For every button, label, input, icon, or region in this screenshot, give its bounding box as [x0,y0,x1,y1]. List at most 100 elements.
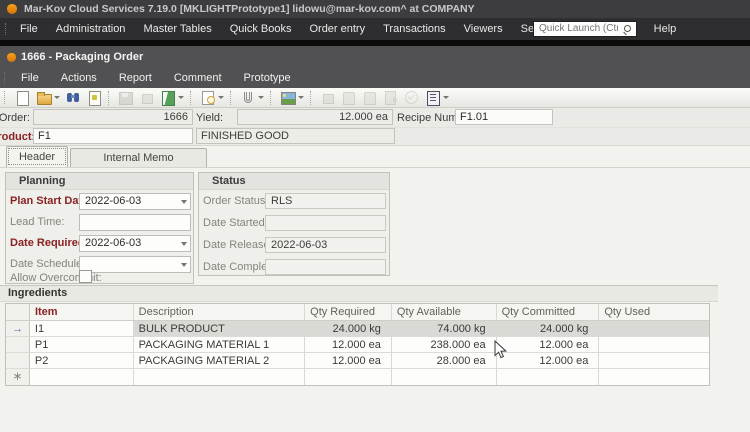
row-selector-header [6,304,30,320]
order-window-titlebar: 1666 - Packaging Order [0,46,750,68]
dropdown-caret-icon[interactable] [443,96,449,99]
menu-item-administration[interactable]: Administration [47,23,135,35]
cell-qty-available[interactable]: 28.000 ea [392,353,497,368]
cell-qty-available[interactable]: 238.000 ea [392,337,497,352]
row-selector: → [6,321,30,336]
order-menu-item-comment[interactable]: Comment [163,72,233,84]
cell-item[interactable]: I1 [30,321,134,336]
mouse-cursor [494,340,507,359]
dropdown-caret-icon[interactable] [54,96,60,99]
cell-qty-committed[interactable]: 12.000 ea [497,337,600,352]
validate-document-button[interactable] [84,89,105,107]
print-preview-icon[interactable] [200,90,215,105]
tab-header[interactable]: Header [6,146,68,167]
product-code-field[interactable]: F1 [33,128,193,144]
insert-image-button[interactable] [277,89,307,107]
recipe-number-field[interactable]: F1.01 [455,109,553,125]
menu-item-master-tables[interactable]: Master Tables [134,23,220,35]
menubar-grip [4,72,7,84]
lead-time-field[interactable] [79,214,191,231]
cell-item[interactable]: P2 [30,353,134,368]
menu-item-file[interactable]: File [11,23,47,35]
dropdown-caret-icon[interactable] [218,96,224,99]
column-header-qty-required[interactable]: Qty Required [305,304,392,320]
ingredients-title: Ingredients [8,287,67,299]
tab-internal-memo[interactable]: Internal Memo [70,148,207,167]
cell-qty-required[interactable]: 24.000 kg [305,321,392,336]
column-header-description[interactable]: Description [134,304,306,320]
open-button[interactable] [33,89,63,107]
order-menubar: FileActionsReportCommentPrototype [0,68,750,88]
cell-description[interactable]: PACKAGING MATERIAL 1 [134,337,306,352]
table-row[interactable]: P1 PACKAGING MATERIAL 1 12.000 ea 238.00… [6,337,709,353]
attachments-button[interactable] [237,89,267,107]
cell-item[interactable]: P1 [30,337,134,352]
order-menu-item-actions[interactable]: Actions [50,72,108,84]
menu-item-viewers[interactable]: Viewers [455,23,512,35]
export-excel-button[interactable] [157,89,187,107]
column-header-qty-available[interactable]: Qty Available [392,304,497,320]
date-required-combo[interactable]: 2022-06-03 [79,235,191,252]
order-tabstrip: Header Internal Memo [0,146,750,168]
menu-item-quick-books[interactable]: Quick Books [221,23,301,35]
main-window-title: Mar-Kov Cloud Services 7.19.0 [MKLIGHTPr… [24,0,475,18]
calculator-icon[interactable] [425,90,440,105]
cell-qty-committed[interactable] [497,369,600,385]
table-row[interactable]: → I1 BULK PRODUCT 24.000 kg 74.000 kg 24… [6,321,709,337]
order-menu-item-report[interactable]: Report [108,72,163,84]
allow-overcommit-checkbox[interactable] [79,270,92,283]
cell-qty-used[interactable] [599,321,709,336]
plan-start-date-combo[interactable]: 2022-06-03 [79,193,191,210]
print-preview-button[interactable] [197,89,227,107]
row-selector: ∗ [6,369,30,385]
menu-item-help[interactable]: Help [645,23,686,35]
calculator-button[interactable] [422,89,452,107]
cell-description[interactable] [134,369,306,385]
new-document-button[interactable] [12,89,33,107]
cell-qty-available[interactable]: 74.000 kg [392,321,497,336]
cell-qty-used[interactable] [599,337,709,352]
menu-item-transactions[interactable]: Transactions [374,23,455,35]
approve-button [401,89,422,107]
attachments-icon[interactable] [240,90,255,105]
dropdown-caret-icon[interactable] [258,96,264,99]
column-header-qty-used[interactable]: Qty Used [599,304,709,320]
cell-description[interactable]: PACKAGING MATERIAL 2 [134,353,306,368]
cell-qty-required[interactable]: 12.000 ea [305,337,392,352]
quick-launch-input[interactable] [534,23,618,35]
column-header-qty-committed[interactable]: Qty Committed [497,304,600,320]
table-row[interactable]: P2 PACKAGING MATERIAL 2 12.000 ea 28.000… [6,353,709,369]
chevron-down-icon[interactable] [181,200,187,204]
validate-document-icon[interactable] [87,90,102,105]
cell-qty-required[interactable]: 12.000 ea [305,353,392,368]
menu-item-order-entry[interactable]: Order entry [300,23,374,35]
chevron-down-icon[interactable] [181,263,187,267]
cell-qty-required[interactable] [305,369,392,385]
dropdown-caret-icon[interactable] [298,96,304,99]
find-icon[interactable] [66,90,81,105]
chevron-down-icon[interactable] [181,242,187,246]
cell-qty-committed[interactable]: 24.000 kg [497,321,600,336]
date-completed-field [265,259,386,275]
order-menu-item-file[interactable]: File [10,72,50,84]
column-header-item[interactable]: Item [30,304,134,320]
quick-launch-box[interactable] [533,21,637,37]
export-excel-icon[interactable] [160,90,175,105]
cell-item[interactable] [30,369,134,385]
new-document-icon[interactable] [15,90,30,105]
cell-qty-used[interactable] [599,369,709,385]
copy-button [136,89,157,107]
script-edit-icon [362,90,377,105]
dropdown-caret-icon[interactable] [178,96,184,99]
open-icon[interactable] [36,90,51,105]
table-new-row[interactable]: ∗ [6,369,709,385]
order-menu-item-prototype[interactable]: Prototype [233,72,302,84]
magnifier-icon[interactable] [623,25,632,34]
cell-qty-used[interactable] [599,353,709,368]
cell-qty-committed[interactable]: 12.000 ea [497,353,600,368]
cell-qty-available[interactable] [392,369,497,385]
approve-icon [404,90,419,105]
find-button[interactable] [63,89,84,107]
cell-description[interactable]: BULK PRODUCT [134,321,306,336]
insert-image-icon[interactable] [280,90,295,105]
